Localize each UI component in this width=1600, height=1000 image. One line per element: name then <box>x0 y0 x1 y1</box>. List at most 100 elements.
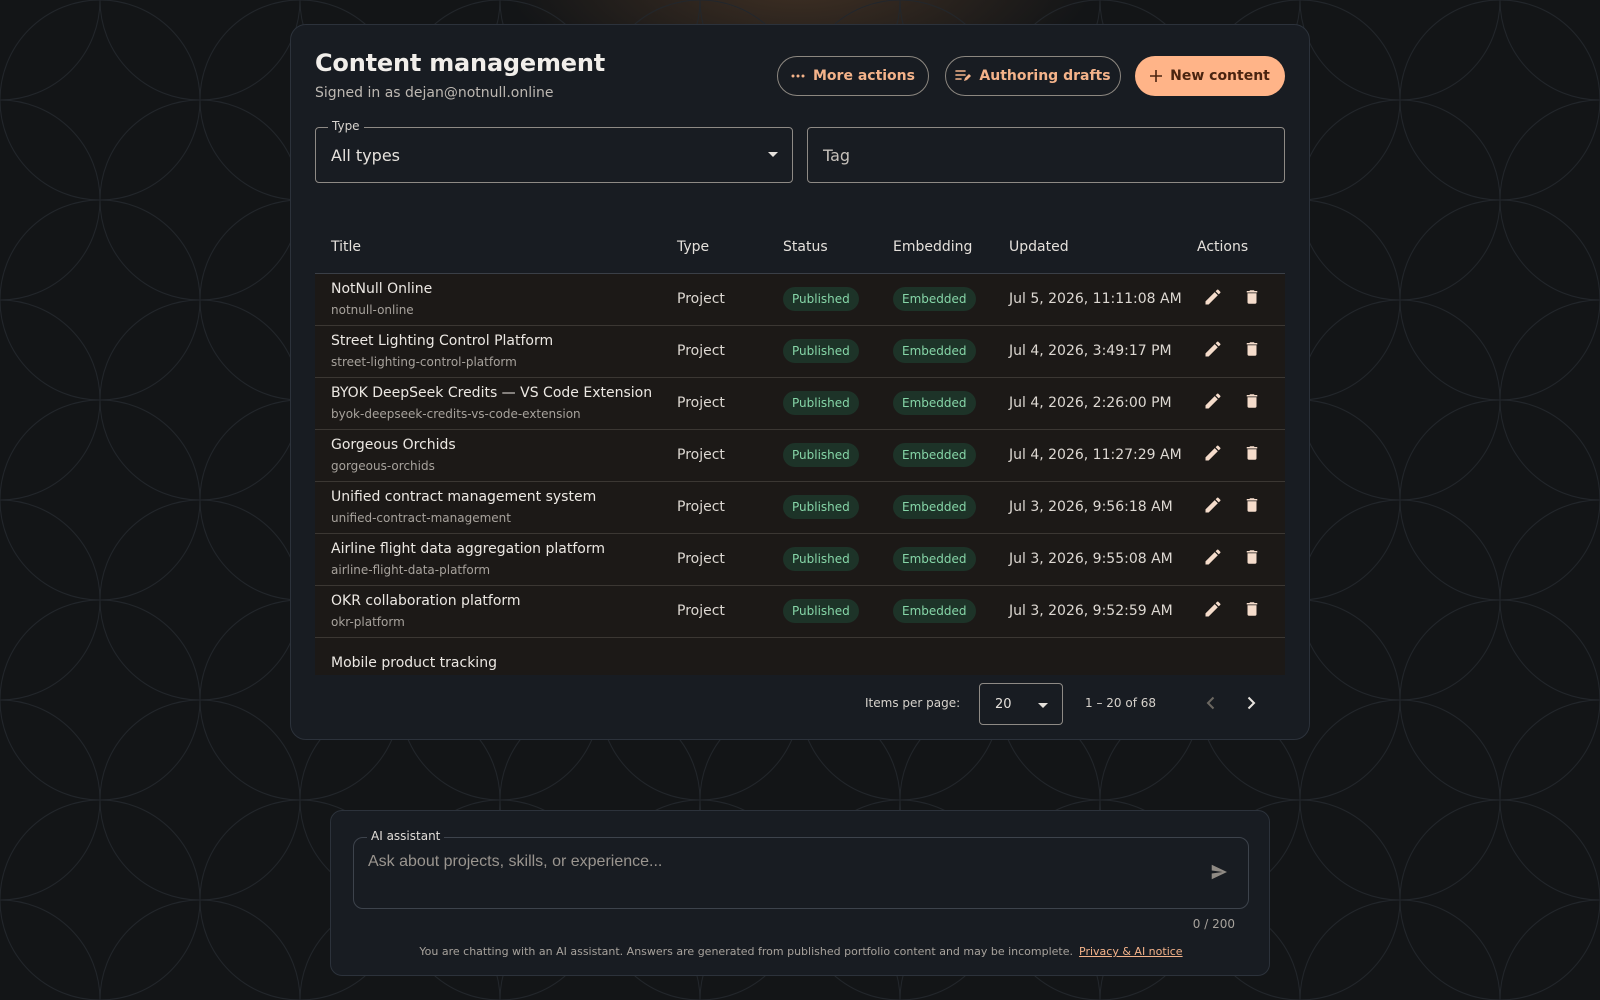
cell-title: NotNull Online notnull-online <box>315 273 661 326</box>
delete-button[interactable] <box>1243 443 1261 463</box>
chevron-left-icon <box>1206 696 1215 710</box>
authoring-drafts-button[interactable]: Authoring drafts <box>945 56 1121 96</box>
row-title: Mobile product tracking <box>331 655 497 671</box>
row-slug: okr-platform <box>331 615 405 629</box>
next-page-button[interactable] <box>1241 693 1261 717</box>
row-title: BYOK DeepSeek Credits — VS Code Extensio… <box>331 385 653 401</box>
type-select[interactable]: Type All types <box>315 119 793 183</box>
table-row[interactable]: Street Lighting Control Platform street-l… <box>315 325 1285 378</box>
cell-updated: Jul 3, 2026, 9:56:18 AM <box>993 481 1181 534</box>
row-slug: airline-flight-data-platform <box>331 563 491 577</box>
cell-updated: Jul 4, 2026, 2:26:00 PM <box>993 377 1181 430</box>
cell-status: Published <box>767 585 877 638</box>
cell-type <box>661 637 767 675</box>
table-row[interactable]: Mobile product tracking <box>315 637 1285 675</box>
cell-actions <box>1181 273 1285 326</box>
privacy-link[interactable]: Privacy & AI notice <box>1079 945 1183 958</box>
delete-button[interactable] <box>1243 547 1261 567</box>
table-row[interactable]: BYOK DeepSeek Credits — VS Code Extensio… <box>315 377 1285 430</box>
delete-button[interactable] <box>1243 391 1261 411</box>
cell-title: Mobile product tracking <box>315 637 661 675</box>
row-title: Street Lighting Control Platform <box>331 333 554 349</box>
cell-status: Published <box>767 481 877 534</box>
cell-actions <box>1181 533 1285 586</box>
status-badge: Published <box>783 391 859 415</box>
previous-page-button[interactable] <box>1201 693 1221 717</box>
cell-updated: Jul 3, 2026, 9:52:59 AM <box>993 585 1181 638</box>
send-icon <box>1211 864 1227 880</box>
cell-actions <box>1181 585 1285 638</box>
pencil-icon <box>1205 497 1221 513</box>
edit-button[interactable] <box>1203 339 1223 359</box>
cell-type: Project <box>661 429 767 482</box>
edit-button[interactable] <box>1203 443 1223 463</box>
embedding-badge: Embedded <box>893 287 976 311</box>
ai-assistant-field[interactable]: AI assistant <box>353 829 1249 909</box>
col-header-embedding[interactable]: Embedding <box>877 221 993 274</box>
cell-embedding: Embedded <box>877 325 993 378</box>
table-row[interactable]: NotNull Online notnull-online Project Pub… <box>315 273 1285 326</box>
pencil-icon <box>1205 341 1221 357</box>
trash-icon <box>1246 446 1258 460</box>
more-horiz-icon <box>791 74 805 78</box>
edit-button[interactable] <box>1203 391 1223 411</box>
delete-button[interactable] <box>1243 287 1261 307</box>
edit-button[interactable] <box>1203 287 1223 307</box>
delete-button[interactable] <box>1243 495 1261 515</box>
cell-title: Unified contract management system unifie… <box>315 481 661 534</box>
pencil-icon <box>1205 289 1221 305</box>
ai-assistant-input[interactable] <box>368 850 1168 874</box>
ai-assistant-panel: AI assistant 0 / 200 You are chatting wi… <box>330 810 1270 976</box>
cell-status <box>767 637 877 675</box>
ai-notice: You are chatting with an AI assistant. A… <box>331 945 1271 958</box>
embedding-badge: Embedded <box>893 547 976 571</box>
col-header-updated[interactable]: Updated <box>993 221 1181 274</box>
more-actions-label: More actions <box>813 68 915 84</box>
new-content-button[interactable]: New content <box>1135 56 1285 96</box>
paginator: Items per page: 20 1 – 20 of 68 <box>315 675 1285 731</box>
cell-updated <box>993 637 1181 675</box>
cell-status: Published <box>767 377 877 430</box>
cell-updated: Jul 4, 2026, 11:27:29 AM <box>993 429 1182 482</box>
table-row[interactable]: Unified contract management system unifie… <box>315 481 1285 534</box>
content-table-container[interactable]: Title Type Status Embedding Updated Acti… <box>315 221 1285 675</box>
cell-updated: Jul 4, 2026, 3:49:17 PM <box>993 325 1181 378</box>
tag-input-placeholder: Tag <box>823 146 851 165</box>
delete-button[interactable] <box>1243 599 1261 619</box>
edit-button[interactable] <box>1203 495 1223 515</box>
col-header-status[interactable]: Status <box>767 221 877 274</box>
ai-assistant-label: AI assistant <box>367 829 445 843</box>
send-button[interactable] <box>1210 864 1228 884</box>
status-badge: Published <box>783 287 859 311</box>
col-header-type[interactable]: Type <box>661 221 767 274</box>
tag-input[interactable]: Tag <box>807 127 1285 183</box>
pencil-icon <box>1205 393 1221 409</box>
more-actions-button[interactable]: More actions <box>777 56 929 96</box>
trash-icon <box>1246 290 1258 304</box>
edit-button[interactable] <box>1203 547 1223 567</box>
cell-type: Project <box>661 481 767 534</box>
table-row[interactable]: OKR collaboration platform okr-platform P… <box>315 585 1285 638</box>
cell-embedding: Embedded <box>877 533 993 586</box>
embedding-badge: Embedded <box>893 443 976 467</box>
chevron-right-icon <box>1247 696 1256 710</box>
cell-actions <box>1181 637 1285 675</box>
status-badge: Published <box>783 599 859 623</box>
chevron-down-icon <box>1038 703 1048 708</box>
cell-actions <box>1181 481 1285 534</box>
cell-actions <box>1181 377 1285 430</box>
row-title: OKR collaboration platform <box>331 593 521 609</box>
table-row[interactable]: Gorgeous Orchids gorgeous-orchids Project… <box>315 429 1285 482</box>
cell-type: Project <box>661 533 767 586</box>
edit-button[interactable] <box>1203 599 1223 619</box>
pencil-icon <box>1205 445 1221 461</box>
status-badge: Published <box>783 443 859 467</box>
delete-button[interactable] <box>1243 339 1261 359</box>
cell-status: Published <box>767 273 877 326</box>
table-row[interactable]: Airline flight data aggregation platform… <box>315 533 1285 586</box>
cell-status: Published <box>767 429 877 482</box>
items-per-page-select[interactable]: 20 <box>979 683 1063 725</box>
col-header-title[interactable]: Title <box>315 221 661 274</box>
row-slug: byok-deepseek-credits-vs-code-extension <box>331 407 581 421</box>
cell-title: Street Lighting Control Platform street-l… <box>315 325 661 378</box>
